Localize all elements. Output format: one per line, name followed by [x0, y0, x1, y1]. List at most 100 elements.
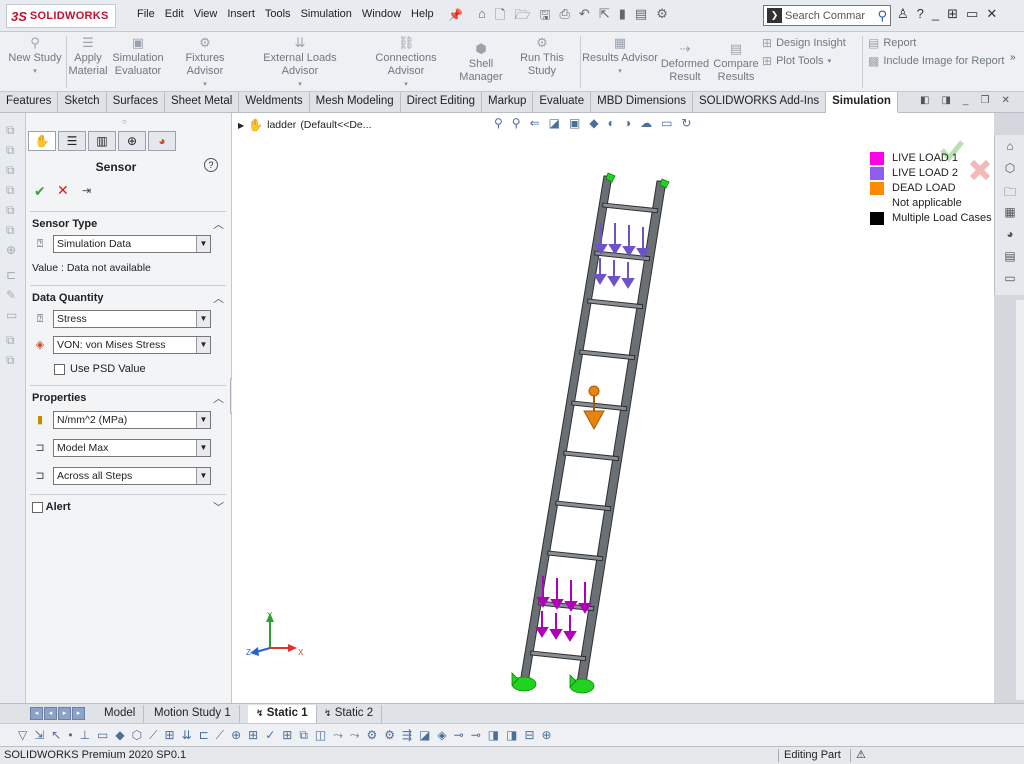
- search-commands[interactable]: ❯ Search Commar ⚲: [763, 5, 891, 26]
- results-advisor-button[interactable]: ▦ Results Advisor ▾: [582, 36, 658, 78]
- tab-sketch[interactable]: Sketch: [58, 92, 107, 113]
- design-library-icon[interactable]: ⬡: [1002, 161, 1018, 177]
- tab-weldments[interactable]: Weldments: [239, 92, 310, 113]
- ladder-model[interactable]: [232, 113, 994, 703]
- tile-icon[interactable]: ⊞: [947, 6, 958, 22]
- options-gear-icon[interactable]: ⚙: [656, 6, 668, 28]
- help-icon[interactable]: ?: [204, 158, 218, 172]
- rebuild-status-icon[interactable]: ⚠: [856, 748, 866, 761]
- fatigue-icon[interactable]: ⚙: [384, 728, 395, 742]
- include-image-button[interactable]: ▩ Include Image for Report: [868, 54, 1004, 68]
- criterion-select[interactable]: Model Max ▼: [53, 439, 211, 457]
- compare-icon[interactable]: ⊸: [454, 728, 464, 742]
- alert-checkbox[interactable]: [32, 501, 43, 513]
- select-filter-icon[interactable]: ⇲: [34, 728, 44, 742]
- sketch-icon[interactable]: ⟋: [149, 728, 157, 743]
- menu-edit[interactable]: Edit: [160, 8, 189, 20]
- collapse-icon[interactable]: ︿: [213, 390, 224, 406]
- section-icon[interactable]: ◪: [419, 728, 430, 742]
- tab-sheet-metal[interactable]: Sheet Metal: [165, 92, 240, 113]
- plot-tools-button[interactable]: ⊞ Plot Tools ▾: [762, 54, 831, 68]
- user-icon[interactable]: ♙: [897, 6, 909, 22]
- connections-advisor-button[interactable]: ⛓ Connections Advisor ▾: [356, 36, 456, 91]
- list-selected-icon[interactable]: ◨: [488, 728, 499, 742]
- filter-icon[interactable]: ▽: [18, 728, 27, 742]
- new-document-icon[interactable]: 🗋: [495, 6, 505, 28]
- pin-menu-icon[interactable]: 📌: [448, 8, 463, 22]
- menu-tools[interactable]: Tools: [260, 8, 296, 20]
- save-icon[interactable]: 🖫: [539, 6, 550, 28]
- collapse-icon[interactable]: ︿: [213, 216, 224, 232]
- search-icon[interactable]: ⚲: [877, 8, 890, 24]
- external-loads-advisor-button[interactable]: ⇊ External Loads Advisor ▾: [246, 36, 354, 91]
- menu-help[interactable]: Help: [406, 8, 439, 20]
- mesh-icon[interactable]: ⬡: [132, 728, 142, 742]
- property-manager-tab-icon[interactable]: ✋: [28, 131, 56, 151]
- select-icon[interactable]: ⇱: [599, 6, 610, 28]
- copy-icon[interactable]: ⧉: [6, 183, 20, 197]
- mesh-control-icon[interactable]: ⊕: [231, 728, 241, 742]
- tile-left-icon[interactable]: ◧: [920, 95, 929, 106]
- file-properties-icon[interactable]: ▤: [635, 6, 647, 28]
- axis-icon[interactable]: ⊥: [80, 728, 90, 742]
- design-insight-button[interactable]: ⊞ Design Insight: [762, 36, 846, 50]
- vertical-scrollbar[interactable]: [1016, 300, 1024, 700]
- search-input[interactable]: Search Commar: [785, 10, 877, 22]
- tile-right-icon[interactable]: ◨: [941, 95, 950, 106]
- home-icon[interactable]: ⌂: [478, 6, 486, 28]
- tab-simulation[interactable]: Simulation: [826, 92, 898, 113]
- dropdown-arrow-icon[interactable]: ▼: [196, 311, 210, 327]
- doc-restore-icon[interactable]: ❐: [980, 95, 989, 106]
- compare-results-button[interactable]: ▤ Compare Results: [712, 42, 760, 84]
- dropdown-arrow-icon[interactable]: ▼: [196, 337, 210, 353]
- ribbon-more-icon[interactable]: »: [1010, 52, 1016, 63]
- shell-manager-button[interactable]: ⬢ Shell Manager: [458, 42, 504, 84]
- units-select[interactable]: N/mm^2 (MPa) ▼: [53, 411, 211, 429]
- tab-motion-study-1[interactable]: Motion Study 1: [146, 705, 240, 723]
- alert-section[interactable]: Alert ﹀: [30, 494, 226, 516]
- custom-properties-icon[interactable]: ▤: [1002, 249, 1018, 265]
- more-icon[interactable]: ⊕: [542, 728, 552, 742]
- report-button[interactable]: ▤ Report: [868, 36, 916, 50]
- feature-manager-tab-icon[interactable]: ☰: [58, 131, 86, 151]
- edit-icon[interactable]: ✎: [6, 288, 20, 302]
- copy-icon[interactable]: ⧉: [6, 163, 20, 177]
- solidworks-resources-icon[interactable]: ⌂: [1002, 139, 1018, 155]
- properties-section[interactable]: Properties ︿: [30, 385, 226, 407]
- sensor-type-select[interactable]: Simulation Data ▼: [53, 235, 211, 253]
- fixtures-advisor-button[interactable]: ⚙ Fixtures Advisor ▾: [168, 36, 242, 91]
- tab-direct-editing[interactable]: Direct Editing: [401, 92, 483, 113]
- open-icon[interactable]: 🗁: [514, 6, 530, 28]
- tab-solidworks-add-ins[interactable]: SOLIDWORKS Add-Ins: [693, 92, 827, 113]
- dropdown-arrow-icon[interactable]: ▼: [196, 236, 210, 252]
- ok-button[interactable]: ✔: [34, 183, 46, 200]
- tab-mbd-dimensions[interactable]: MBD Dimensions: [591, 92, 693, 113]
- file-explorer-icon[interactable]: 🗀: [1002, 183, 1018, 199]
- list-icon[interactable]: ⊞: [282, 728, 292, 742]
- maximize-icon[interactable]: ▭: [966, 6, 978, 22]
- copy-icon[interactable]: ⧉: [6, 333, 20, 347]
- display-manager-tab-icon[interactable]: ◕: [148, 131, 176, 151]
- probe-icon[interactable]: ⊞: [248, 728, 258, 742]
- doc-minimize-icon[interactable]: _: [963, 95, 969, 106]
- probe-tool-icon[interactable]: ⊸: [471, 728, 481, 742]
- stress-plot-icon[interactable]: ◫: [315, 728, 326, 742]
- use-psd-checkbox[interactable]: [54, 363, 65, 375]
- dropdown-arrow-icon[interactable]: ▼: [196, 412, 210, 428]
- report-tool-icon[interactable]: ◨: [506, 728, 517, 742]
- copy-icon[interactable]: ⧉: [6, 223, 20, 237]
- monitor-icon[interactable]: ▭: [6, 308, 20, 322]
- feature-tree-icon[interactable]: ⧉: [6, 123, 20, 137]
- menu-window[interactable]: Window: [357, 8, 406, 20]
- component-icon[interactable]: ⊕: [6, 243, 20, 257]
- sensor-type-section[interactable]: Sensor Type ︿: [30, 211, 226, 233]
- prev-tab-icon[interactable]: ◂: [44, 707, 57, 720]
- first-tab-icon[interactable]: ◂: [30, 707, 43, 720]
- expand-icon[interactable]: ﹀: [213, 499, 224, 515]
- graph-icon[interactable]: ⧉: [299, 728, 308, 743]
- tab-surfaces[interactable]: Surfaces: [107, 92, 165, 113]
- material-icon[interactable]: ◆: [115, 728, 124, 742]
- tab-model[interactable]: Model: [96, 705, 145, 723]
- copy-icon[interactable]: ⧉: [6, 143, 20, 157]
- fixture-icon[interactable]: ⊞: [164, 728, 174, 742]
